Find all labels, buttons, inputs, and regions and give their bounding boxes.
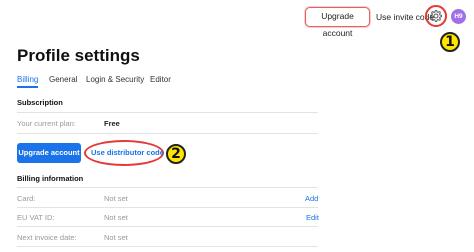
divider: [17, 112, 318, 113]
tab-billing[interactable]: Billing: [17, 75, 38, 84]
gear-icon[interactable]: [430, 10, 442, 22]
callout-badge-2: 2: [166, 144, 186, 164]
avatar[interactable]: H9: [451, 9, 466, 24]
divider: [17, 133, 318, 134]
active-tab-indicator: [17, 86, 38, 88]
upgrade-account-top-button[interactable]: Upgrade account: [305, 7, 370, 38]
page-title: Profile settings: [17, 46, 140, 65]
card-value: Not set: [104, 194, 128, 203]
divider: [17, 246, 318, 247]
upgrade-account-button[interactable]: Upgrade account: [17, 143, 81, 163]
divider: [17, 207, 318, 208]
eu-vat-id-label: EU VAT ID:: [17, 213, 55, 222]
current-plan-label: Your current plan:: [17, 119, 76, 128]
eu-vat-id-value: Not set: [104, 213, 128, 222]
next-invoice-date-value: Not set: [104, 233, 128, 242]
callout-badge-1: 1: [440, 32, 460, 52]
edit-vat-link[interactable]: Edit: [306, 213, 319, 222]
billing-information-heading: Billing information: [17, 174, 84, 183]
use-distributor-code-link[interactable]: Use distributor code: [91, 148, 164, 157]
next-invoice-date-label: Next invoice date:: [17, 233, 77, 242]
tab-login-security[interactable]: Login & Security: [86, 75, 144, 84]
divider: [17, 187, 318, 188]
add-card-link[interactable]: Add: [305, 194, 318, 203]
divider: [17, 226, 318, 227]
current-plan-value: Free: [104, 119, 120, 128]
card-label: Card:: [17, 194, 36, 203]
tab-editor[interactable]: Editor: [150, 75, 171, 84]
subscription-heading: Subscription: [17, 98, 63, 107]
tab-general[interactable]: General: [49, 75, 77, 84]
